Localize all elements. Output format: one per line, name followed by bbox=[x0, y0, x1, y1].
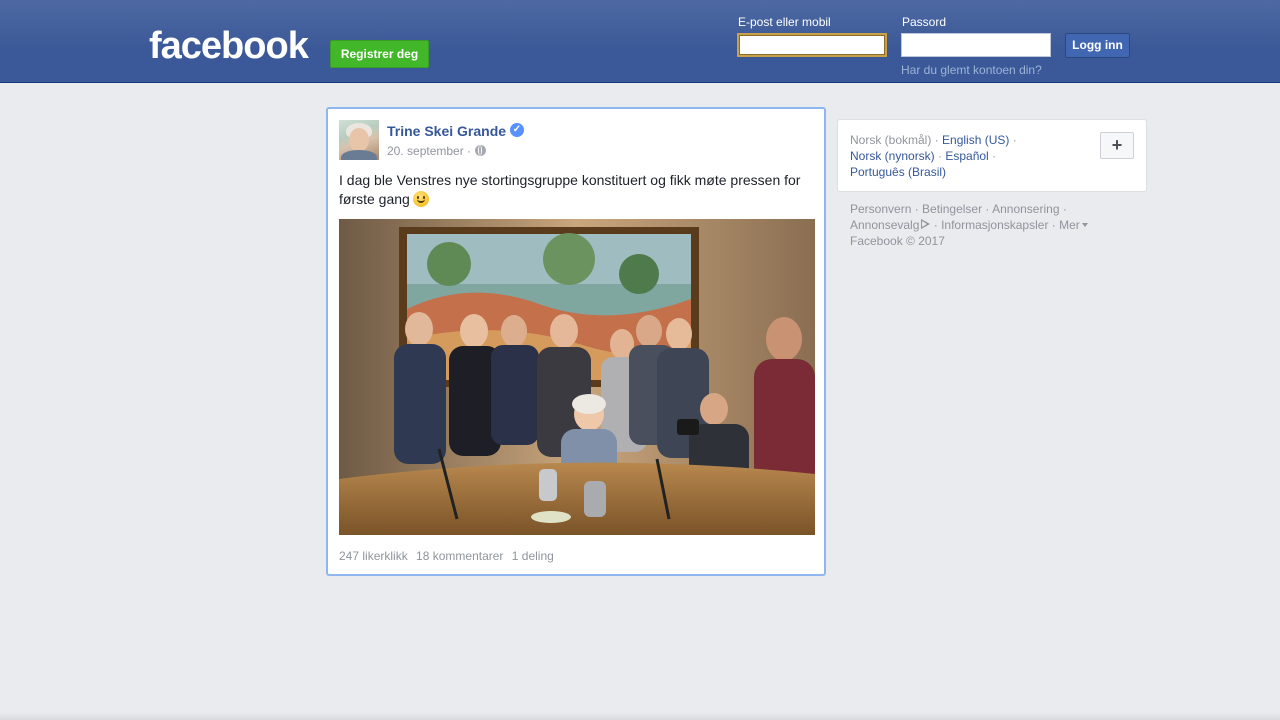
footer-link-betingelser[interactable]: Betingelser bbox=[922, 202, 982, 216]
post-card: Trine Skei Grande ✓ 20. september · I da… bbox=[326, 107, 826, 576]
language-espanol[interactable]: Español bbox=[945, 149, 988, 163]
post-text: I dag ble Venstres nye stortingsgruppe k… bbox=[339, 171, 815, 209]
language-portugues-brasil[interactable]: Português (Brasil) bbox=[850, 165, 946, 179]
password-label: Passord bbox=[902, 15, 947, 29]
post-stats: 247 likerklikk 18 kommentarer 1 deling bbox=[339, 549, 559, 563]
adchoices-icon bbox=[921, 219, 931, 229]
likes-count[interactable]: 247 likerklikk bbox=[339, 549, 408, 563]
caret-down-icon[interactable] bbox=[1081, 223, 1088, 227]
globe-icon[interactable] bbox=[475, 145, 486, 156]
footer-link-personvern[interactable]: Personvern bbox=[850, 202, 911, 216]
post-timestamp[interactable]: 20. september · bbox=[387, 144, 471, 158]
login-button[interactable]: Logg inn bbox=[1065, 33, 1130, 58]
author-name[interactable]: Trine Skei Grande bbox=[387, 123, 506, 139]
post-photo[interactable] bbox=[339, 219, 815, 535]
post-text-content: I dag ble Venstres nye stortingsgruppe k… bbox=[339, 172, 801, 207]
separator: · bbox=[1009, 133, 1017, 147]
current-language: Norsk (bokmål) bbox=[850, 133, 932, 147]
top-bar: facebook Registrer deg E-post eller mobi… bbox=[0, 0, 1280, 83]
footer-link-informasjonskapsler[interactable]: Informasjonskapsler bbox=[941, 218, 1048, 232]
copyright: Facebook © 2017 bbox=[850, 234, 945, 248]
footer-link-annonsering[interactable]: Annonsering bbox=[992, 202, 1059, 216]
language-selector: Norsk (bokmål) · English (US) · Norsk (n… bbox=[837, 119, 1147, 192]
email-label: E-post eller mobil bbox=[738, 15, 831, 29]
footer-link-annonsevalg[interactable]: Annonsevalg bbox=[850, 218, 919, 232]
register-button[interactable]: Registrer deg bbox=[330, 40, 429, 68]
footer-link-mer[interactable]: Mer bbox=[1059, 218, 1080, 232]
separator: · bbox=[934, 149, 946, 163]
bottom-edge bbox=[0, 712, 1280, 720]
author-avatar[interactable] bbox=[339, 120, 379, 160]
email-field[interactable] bbox=[737, 33, 887, 57]
comments-count[interactable]: 18 kommentarer bbox=[416, 549, 503, 563]
more-languages-button[interactable]: + bbox=[1100, 132, 1134, 159]
smiley-emoji-icon bbox=[412, 191, 429, 207]
separator: · bbox=[931, 133, 943, 147]
separator: · bbox=[988, 149, 997, 163]
forgot-account-link[interactable]: Har du glemt kontoen din? bbox=[901, 63, 1042, 77]
password-field[interactable] bbox=[901, 33, 1051, 57]
language-norsk-nynorsk[interactable]: Norsk (nynorsk) bbox=[850, 149, 935, 163]
verified-badge-icon: ✓ bbox=[510, 123, 524, 137]
shares-count[interactable]: 1 deling bbox=[512, 549, 554, 563]
facebook-logo[interactable]: facebook bbox=[149, 24, 309, 68]
language-list: Norsk (bokmål) · English (US) · Norsk (n… bbox=[850, 132, 1090, 180]
group-photo-illustration bbox=[339, 219, 815, 535]
language-english-us[interactable]: English (US) bbox=[942, 133, 1009, 147]
footer-links: Personvern · Betingelser · Annonsering ·… bbox=[850, 201, 1150, 249]
